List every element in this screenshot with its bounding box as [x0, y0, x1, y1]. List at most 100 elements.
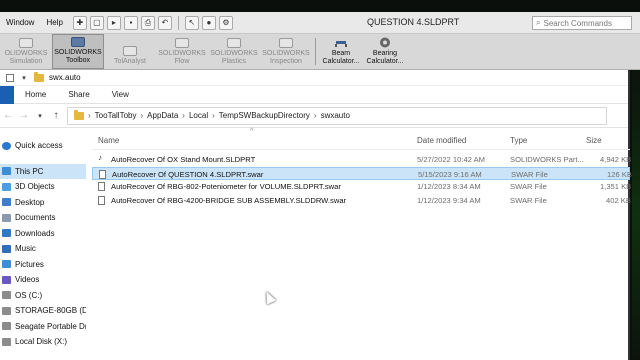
- ribbon-tab-inspection[interactable]: SOLIDWORKS Inspection: [260, 34, 312, 69]
- explorer-window-title: swx.auto: [49, 73, 81, 82]
- back-arrow-icon[interactable]: ←: [3, 110, 13, 121]
- save-icon[interactable]: ▪: [123, 15, 138, 30]
- nav-item-os-c[interactable]: OS (C:): [0, 288, 86, 304]
- breadcrumb-chevron-icon: ›: [313, 111, 317, 120]
- breadcrumb-tempswbackupdirectory[interactable]: TempSWBackupDirectory: [219, 111, 310, 120]
- ribbon-tab-flow[interactable]: SOLIDWORKS Flow: [156, 34, 208, 69]
- sort-caret-icon: ^: [250, 128, 254, 135]
- nav-item-label: STORAGE-80GB (D:): [15, 306, 86, 316]
- file-icon: [99, 169, 106, 179]
- nav-item-local-disk-x[interactable]: Local Disk (X:): [0, 334, 86, 350]
- nav-item-pictures[interactable]: Pictures: [0, 257, 86, 273]
- nav-item-label: Music: [15, 244, 36, 254]
- nav-item-label: Seagate Portable Driv: [15, 321, 86, 331]
- nav-item-seagate[interactable]: Seagate Portable Driv: [0, 319, 86, 335]
- breadcrumb-appdata[interactable]: AppData: [147, 111, 178, 120]
- breadcrumb-chevron-icon: ›: [182, 111, 185, 120]
- nav-item-storage-d[interactable]: STORAGE-80GB (D:): [0, 303, 86, 319]
- file-icon: [98, 182, 105, 191]
- beam-calculator-label: Beam Calculator...: [322, 50, 360, 65]
- flow-icon: [175, 38, 189, 48]
- chevron-down-icon[interactable]: ▾: [19, 74, 29, 82]
- drive-icon: [2, 322, 11, 331]
- ribbon-tab-label: SOLIDWORKS Inspection: [262, 50, 310, 65]
- file-date: 5/27/2022 10:42 AM: [417, 155, 485, 164]
- mouse-cursor-icon: [261, 289, 277, 305]
- forward-arrow-icon[interactable]: →: [19, 110, 29, 121]
- menu-help[interactable]: Help: [40, 18, 68, 27]
- solidworks-ribbon: OLIDWORKS Simulation SOLIDWORKS Toolbox …: [0, 34, 640, 70]
- breadcrumb-local[interactable]: Local: [189, 111, 208, 120]
- table-row[interactable]: ♪ AutoRecover Of OX Stand Mount.SLDPRT 5…: [92, 153, 631, 167]
- document-title: QUESTION 4.SLDPRT: [367, 17, 460, 27]
- breadcrumb-chevron-icon: ›: [212, 111, 215, 120]
- table-row[interactable]: AutoRecover Of QUESTION 4.SLDPRT.swar 5/…: [92, 166, 632, 180]
- column-header-size[interactable]: Size: [586, 136, 602, 145]
- file-type: SWAR File: [510, 195, 547, 205]
- nav-item-desktop[interactable]: Desktop: [0, 195, 86, 211]
- up-arrow-icon[interactable]: ↑: [51, 110, 61, 121]
- explorer-titlebar: ▾ swx.auto: [0, 70, 628, 86]
- inspection-icon: [279, 38, 293, 48]
- file-rows: ♪ AutoRecover Of OX Stand Mount.SLDPRT 5…: [92, 153, 632, 208]
- beam-calculator-button[interactable]: Beam Calculator...: [319, 34, 363, 69]
- options-icon[interactable]: ⚙: [218, 15, 233, 30]
- nav-item-documents[interactable]: Documents: [0, 210, 86, 226]
- column-header-date[interactable]: Date modified: [417, 136, 466, 145]
- nav-item-3d-objects[interactable]: 3D Objects: [0, 179, 86, 195]
- nav-item-music[interactable]: Music: [0, 241, 86, 257]
- tab-share[interactable]: Share: [57, 90, 100, 99]
- file-size: 126 KB: [607, 169, 632, 179]
- computer-icon: [2, 167, 11, 176]
- nav-item-this-pc[interactable]: This PC: [0, 163, 86, 179]
- ribbon-tab-tolanalyst[interactable]: TolAnalyst: [104, 34, 156, 69]
- bearing-calculator-button[interactable]: Bearing Calculator...: [363, 34, 407, 69]
- desktop-icon: [2, 198, 11, 207]
- tab-file[interactable]: [0, 85, 14, 104]
- search-commands-box[interactable]: ⌕ Search Commands: [532, 16, 632, 30]
- properties-checkbox-icon[interactable]: [6, 73, 14, 82]
- ribbon-divider: [315, 38, 316, 65]
- search-icon: ⌕: [536, 18, 541, 27]
- menu-window[interactable]: Window: [0, 18, 40, 27]
- ribbon-tab-simulation[interactable]: OLIDWORKS Simulation: [0, 34, 52, 69]
- nav-item-label: Documents: [15, 213, 56, 223]
- nav-item-label: Desktop: [15, 197, 45, 207]
- table-row[interactable]: AutoRecover Of RBG-802-Poteniometer for …: [92, 180, 631, 194]
- ribbon-tab-plastics[interactable]: SOLIDWORKS Plastics: [208, 34, 260, 69]
- nav-item-downloads[interactable]: Downloads: [0, 226, 86, 242]
- ribbon-tab-toolbox[interactable]: SOLIDWORKS Toolbox: [52, 34, 104, 69]
- breadcrumb-tootalltoby[interactable]: TooTallToby: [95, 111, 137, 120]
- bearing-calculator-label: Bearing Calculator...: [366, 50, 404, 65]
- breadcrumb-swxauto[interactable]: swxauto: [321, 111, 350, 120]
- ribbon-tab-label: OLIDWORKS Simulation: [4, 50, 48, 65]
- open-icon[interactable]: ▸: [106, 15, 121, 30]
- pin-icon[interactable]: ✚: [72, 15, 87, 30]
- table-row[interactable]: AutoRecover Of RBG-4200-BRIDGE SUB ASSEM…: [92, 194, 631, 208]
- nav-item-label: Pictures: [15, 259, 44, 269]
- file-type: SWAR File: [510, 182, 547, 191]
- documents-icon: [2, 213, 11, 222]
- column-header-type[interactable]: Type: [510, 136, 527, 145]
- file-name: AutoRecover Of OX Stand Mount.SLDPRT: [111, 155, 256, 164]
- select-icon[interactable]: ↖: [184, 15, 199, 30]
- pictures-icon: [2, 260, 11, 269]
- tab-view[interactable]: View: [101, 90, 140, 99]
- drive-icon: [2, 291, 11, 300]
- tab-home[interactable]: Home: [14, 90, 57, 99]
- rebuild-icon[interactable]: ●: [201, 15, 216, 30]
- nav-item-label: 3D Objects: [15, 182, 55, 192]
- undo-icon[interactable]: ↶: [157, 15, 172, 30]
- nav-item-videos[interactable]: Videos: [0, 272, 86, 288]
- nav-item-quick-access[interactable]: Quick access: [0, 138, 86, 154]
- ribbon-tab-label: SOLIDWORKS Toolbox: [54, 49, 102, 64]
- breadcrumb-chevron-icon: ›: [88, 111, 91, 120]
- recent-locations-icon[interactable]: ▾: [35, 112, 45, 120]
- address-bar[interactable]: › TooTallToby › AppData › Local › TempSW…: [67, 106, 607, 125]
- file-size: 402 KB: [606, 195, 631, 205]
- new-document-icon[interactable]: ▢: [89, 15, 104, 30]
- column-header-name[interactable]: Name: [98, 136, 119, 145]
- file-icon: [98, 195, 105, 205]
- folder-icon: [34, 71, 44, 82]
- print-icon[interactable]: ⎙: [140, 15, 155, 30]
